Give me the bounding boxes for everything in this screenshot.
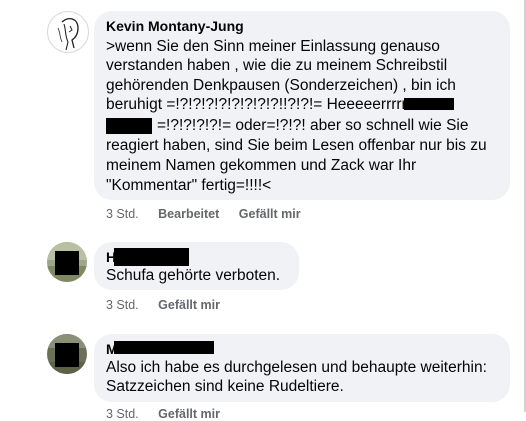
comment-text-line: =!?!?!?!?!= oder=!?!?! aber so schnell w… xyxy=(157,117,469,134)
comment-meta: 3 Std. Bearbeitet Gefällt mir xyxy=(106,207,317,221)
author-name[interactable]: Kevin Montany-Jung xyxy=(106,18,244,34)
comment-3: M Also ich habe es durchgelesen und beha… xyxy=(0,320,526,421)
avatar[interactable] xyxy=(47,242,87,282)
comment-meta: 3 Std. Gefällt mir xyxy=(106,298,236,312)
like-button[interactable]: Gefällt mir xyxy=(239,207,301,221)
comment-meta: 3 Std. Gefällt mir xyxy=(106,407,236,421)
edited-label[interactable]: Bearbeitet xyxy=(158,207,219,221)
comment-text-line: beruhigt =!?!?!?!?!?!?!?!?!!?!?!= Heeeee… xyxy=(106,96,407,113)
comment-text-line: Schufa gehörte verboten. xyxy=(106,267,281,284)
sketch-portrait-icon xyxy=(57,17,79,51)
redaction-bar xyxy=(114,248,189,266)
comment-1: Kevin Montany-Jung >wenn Sie den Sinn me… xyxy=(0,0,526,230)
comment-text-line: meinem Namen gekommen und Zack war Ihr xyxy=(106,157,417,174)
redaction-bar xyxy=(404,98,454,110)
comment-text-line: "Kommentar" fertig=!!!!< xyxy=(106,177,272,194)
comment-text-line: gehörenden Denkpausen (Sonderzeichen) , … xyxy=(106,77,456,94)
photo-avatar-icon xyxy=(47,334,87,374)
photo-avatar-icon xyxy=(47,242,87,282)
comment-text-line: Also ich habe es durchgelesen und behaup… xyxy=(106,359,487,376)
comment-text-line: Satzzeichen sind keine Rudeltiere. xyxy=(106,378,344,395)
like-button[interactable]: Gefällt mir xyxy=(158,298,220,312)
comment-text-line: verstanden haben , wie die zu meinem Sch… xyxy=(106,57,448,74)
redaction-bar xyxy=(114,341,214,354)
timestamp[interactable]: 3 Std. xyxy=(106,407,139,421)
comment-2: H Schufa gehörte verboten. 3 Std. Gefäll… xyxy=(0,230,526,320)
comment-text-line: reagiert haben, sind Sie beim Lesen offe… xyxy=(106,137,487,154)
avatar[interactable] xyxy=(47,11,89,53)
comment-text-line: >wenn Sie den Sinn meiner Einlassung gen… xyxy=(106,38,440,55)
avatar[interactable] xyxy=(47,334,87,374)
like-button[interactable]: Gefällt mir xyxy=(158,407,220,421)
timestamp[interactable]: 3 Std. xyxy=(106,298,139,312)
timestamp[interactable]: 3 Std. xyxy=(106,207,139,221)
redaction-bar xyxy=(106,118,152,134)
